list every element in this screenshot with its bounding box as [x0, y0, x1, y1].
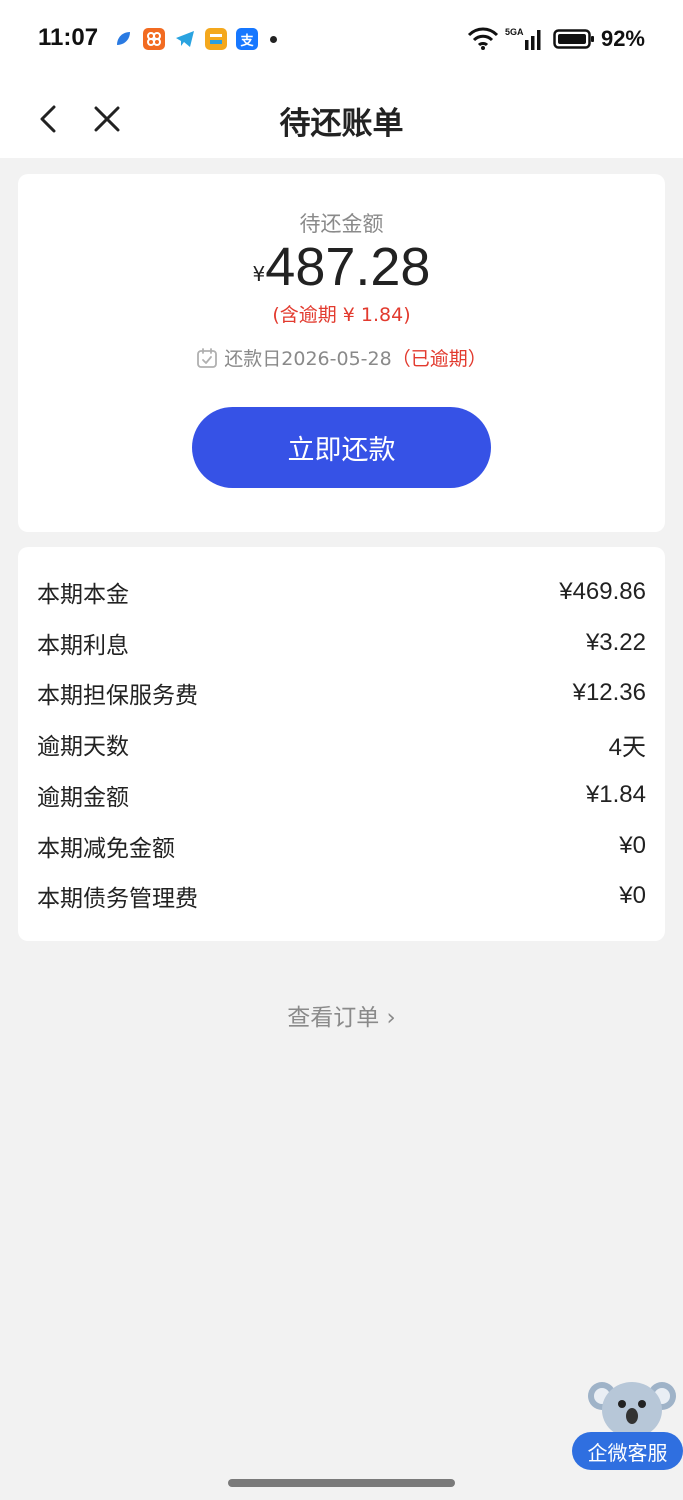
home-indicator[interactable]: [228, 1479, 455, 1487]
detail-label: 逾期金额: [37, 784, 129, 811]
svg-text:5GA: 5GA: [505, 27, 524, 37]
detail-row: 本期减免金额 ¥0: [37, 826, 646, 866]
detail-value: ¥0: [619, 831, 646, 859]
overdue-note: (含逾期 ¥ 1.84): [272, 304, 411, 326]
detail-row: 本期担保服务费 ¥12.36: [37, 673, 646, 713]
customer-service-button[interactable]: 企微客服: [570, 1370, 683, 1480]
detail-row: 本期债务管理费 ¥0: [37, 876, 646, 916]
status-indicators: 5GA 92%: [467, 26, 645, 52]
detail-row: 逾期天数 4天: [37, 724, 646, 764]
detail-label: 本期利息: [37, 632, 129, 659]
detail-row: 逾期金额 ¥1.84: [37, 775, 646, 815]
detail-label: 本期债务管理费: [37, 886, 198, 913]
app-blue-icon: [112, 28, 134, 50]
signal-5g-icon: 5GA: [505, 27, 541, 50]
detail-value: 4天: [608, 733, 646, 761]
due-date-row: 还款日2026-05-28（已逾期）: [18, 344, 665, 371]
detail-label: 本期减免金额: [37, 835, 175, 862]
detail-row: 本期利息 ¥3.22: [37, 623, 646, 663]
wifi-icon: [467, 27, 499, 50]
page-title: 待还账单: [279, 106, 404, 142]
alipay-icon: 支: [236, 28, 258, 50]
app-orange-icon: [143, 28, 165, 50]
battery-percent: 92%: [600, 26, 645, 51]
amount-due: ¥487.28: [18, 236, 665, 298]
due-date: 还款日2026-05-28: [224, 348, 392, 370]
battery-icon: [553, 29, 594, 49]
detail-label: 逾期天数: [37, 734, 129, 761]
view-order-link[interactable]: 查看订单 ›: [0, 998, 683, 1032]
detail-row: 本期本金 ¥469.86: [37, 572, 646, 612]
amount-label: 待还金额: [299, 212, 384, 236]
due-status-badge: （已逾期）: [391, 348, 487, 370]
detail-value: ¥3.22: [585, 628, 646, 656]
detail-value: ¥469.86: [559, 578, 646, 605]
telegram-icon: [174, 28, 196, 50]
nav-bar: 待还账单: [0, 80, 683, 158]
more-notifications-dot: [270, 35, 277, 43]
calendar-check-icon: [197, 348, 218, 368]
notification-icons: 支: [112, 28, 277, 50]
detail-label: 本期担保服务费: [37, 683, 198, 710]
detail-value: ¥1.84: [585, 780, 646, 808]
bill-details-card: 本期本金 ¥469.86 本期利息 ¥3.22 本期担保服务费 ¥12.36 逾期天数 4天逾…: [18, 547, 665, 941]
status-time: 11:07: [38, 24, 99, 51]
customer-service-label: 企微客服: [572, 1432, 683, 1470]
amount-summary-card: 待还金额 ¥487.28 (含逾期 ¥ 1.84) 还款日2026-05-28（…: [18, 174, 665, 532]
detail-value: ¥0: [619, 882, 646, 910]
amount-value: 487.28: [265, 237, 431, 297]
currency-symbol: ¥: [252, 262, 266, 286]
app-yellow-icon: [205, 28, 227, 50]
status-bar: 11:07 支 5GA 92%: [0, 0, 683, 80]
pay-now-button[interactable]: 立即还款: [192, 407, 491, 488]
detail-label: 本期本金: [37, 582, 129, 608]
detail-value: ¥12.36: [572, 679, 646, 707]
